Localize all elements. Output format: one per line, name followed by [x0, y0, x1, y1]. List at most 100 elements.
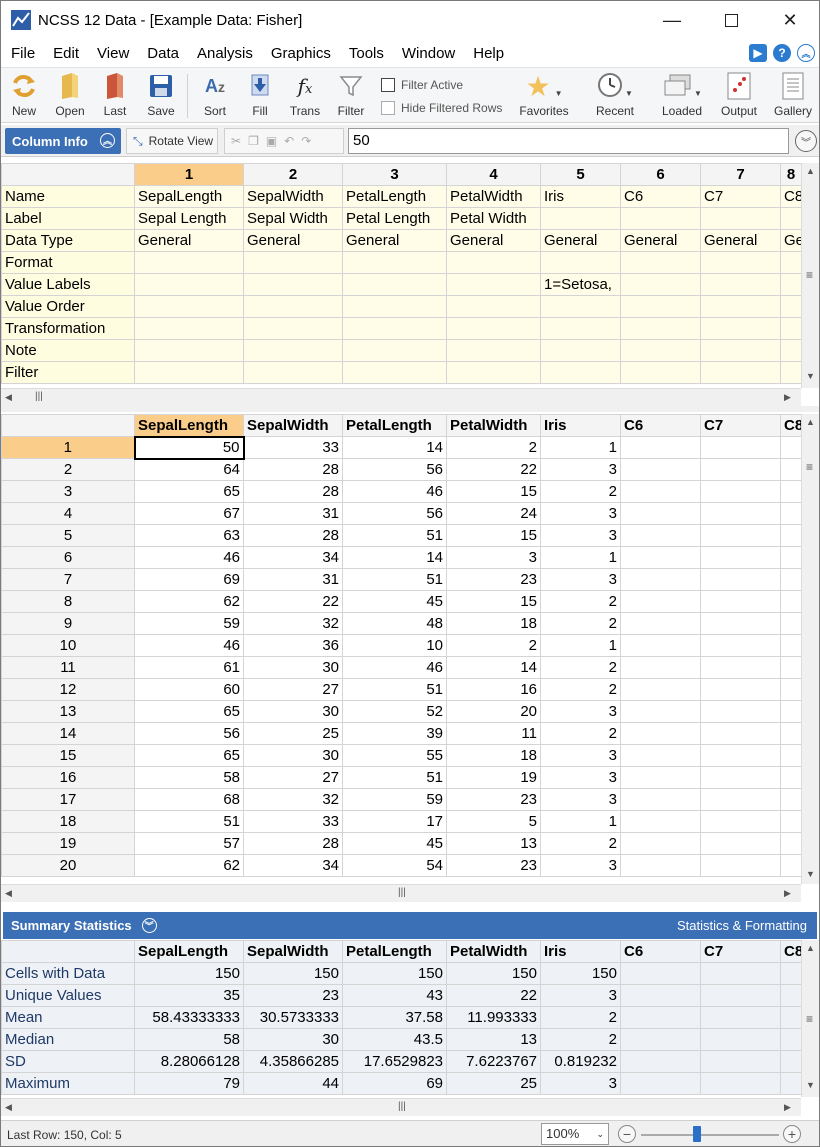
row-number[interactable]: 1: [1, 436, 135, 459]
empty-cell[interactable]: [780, 436, 802, 459]
data-cell[interactable]: 39: [342, 722, 447, 745]
last-button[interactable]: Last: [99, 70, 131, 122]
row-number[interactable]: 20: [1, 854, 135, 877]
column-header[interactable]: SepalLength: [134, 414, 244, 437]
column-info-cell[interactable]: [243, 295, 343, 318]
statistics-formatting-link[interactable]: Statistics & Formatting: [677, 918, 807, 933]
data-cell[interactable]: 2: [540, 832, 621, 855]
column-info-cell[interactable]: [700, 317, 781, 340]
row-number[interactable]: 9: [1, 612, 135, 635]
data-cell[interactable]: 51: [342, 678, 447, 701]
menu-view[interactable]: View: [87, 45, 137, 62]
data-cell[interactable]: 11: [446, 722, 541, 745]
empty-cell[interactable]: [780, 766, 802, 789]
checkbox-box[interactable]: [381, 78, 395, 92]
new-button[interactable]: New: [7, 70, 41, 122]
data-cell[interactable]: 56: [342, 502, 447, 525]
column-info-cell[interactable]: SepalLength: [134, 185, 244, 208]
data-cell[interactable]: 2: [446, 436, 541, 459]
column-info-cell[interactable]: PetalLength: [342, 185, 447, 208]
summary-hscroll[interactable]: ◀ ||| ▶: [1, 1098, 801, 1116]
empty-cell[interactable]: [620, 766, 701, 789]
row-number[interactable]: 11: [1, 656, 135, 679]
data-cell[interactable]: 59: [134, 612, 244, 635]
data-cell[interactable]: 28: [243, 524, 343, 547]
column-info-cell[interactable]: [540, 251, 621, 274]
empty-cell[interactable]: [700, 480, 781, 503]
data-cell[interactable]: 3: [540, 700, 621, 723]
data-cell[interactable]: 24: [446, 502, 541, 525]
cell-value-input[interactable]: 50: [348, 128, 789, 154]
menu-tools[interactable]: Tools: [339, 45, 392, 62]
column-info-cell[interactable]: General: [243, 229, 343, 252]
empty-cell[interactable]: [780, 524, 802, 547]
row-number[interactable]: 5: [1, 524, 135, 547]
row-number[interactable]: 19: [1, 832, 135, 855]
empty-cell[interactable]: [620, 788, 701, 811]
row-number[interactable]: 2: [1, 458, 135, 481]
empty-cell[interactable]: [620, 832, 701, 855]
data-cell[interactable]: 2: [540, 678, 621, 701]
data-cell[interactable]: 2: [540, 656, 621, 679]
data-cell[interactable]: 14: [342, 546, 447, 569]
data-cell[interactable]: 62: [134, 590, 244, 613]
row-number[interactable]: 10: [1, 634, 135, 657]
empty-cell[interactable]: [780, 722, 802, 745]
empty-cell[interactable]: [780, 854, 802, 877]
filter-button[interactable]: Filter: [335, 70, 367, 122]
empty-cell[interactable]: [620, 590, 701, 613]
column-info-cell[interactable]: [780, 317, 802, 340]
column-info-cell[interactable]: [620, 295, 701, 318]
data-cell[interactable]: 2: [446, 634, 541, 657]
data-cell[interactable]: 55: [342, 744, 447, 767]
empty-cell[interactable]: [620, 722, 701, 745]
empty-cell[interactable]: [620, 678, 701, 701]
column-info-toggle[interactable]: Column Info ︽: [5, 128, 121, 154]
data-cell[interactable]: 67: [134, 502, 244, 525]
data-sheet-vscroll[interactable]: ▲ ≡ ▼: [801, 414, 819, 884]
row-number[interactable]: 3: [1, 480, 135, 503]
data-cell[interactable]: 65: [134, 700, 244, 723]
data-cell[interactable]: 60: [134, 678, 244, 701]
empty-cell[interactable]: [700, 788, 781, 811]
empty-cell[interactable]: [620, 700, 701, 723]
summary-vscroll[interactable]: ▲ ≡ ▼: [801, 940, 819, 1097]
row-number[interactable]: 16: [1, 766, 135, 789]
data-cell[interactable]: 18: [446, 744, 541, 767]
column-info-cell[interactable]: [446, 339, 541, 362]
favorites-button[interactable]: ★ ▼ Favorites: [517, 70, 571, 122]
data-cell[interactable]: 3: [540, 854, 621, 877]
column-info-cell[interactable]: General: [446, 229, 541, 252]
save-button[interactable]: Save: [145, 70, 177, 122]
empty-cell[interactable]: [700, 810, 781, 833]
data-cell[interactable]: 1: [540, 546, 621, 569]
column-info-cell[interactable]: [700, 361, 781, 384]
column-header[interactable]: C7: [700, 414, 781, 437]
data-cell[interactable]: 3: [540, 744, 621, 767]
empty-cell[interactable]: [700, 524, 781, 547]
column-info-cell[interactable]: [540, 361, 621, 384]
data-cell[interactable]: 30: [243, 744, 343, 767]
empty-cell[interactable]: [700, 590, 781, 613]
data-cell[interactable]: 23: [446, 788, 541, 811]
empty-cell[interactable]: [620, 612, 701, 635]
column-info-cell[interactable]: [540, 317, 621, 340]
column-info-cell[interactable]: [342, 273, 447, 296]
data-cell[interactable]: 31: [243, 502, 343, 525]
open-button[interactable]: Open: [53, 70, 87, 122]
empty-cell[interactable]: [700, 458, 781, 481]
column-info-cell[interactable]: General: [540, 229, 621, 252]
empty-cell[interactable]: [780, 744, 802, 767]
data-cell[interactable]: 45: [342, 832, 447, 855]
zoom-slider-track[interactable]: [641, 1134, 779, 1136]
empty-cell[interactable]: [700, 678, 781, 701]
empty-cell[interactable]: [780, 810, 802, 833]
data-cell[interactable]: 57: [134, 832, 244, 855]
column-info-cell[interactable]: [134, 273, 244, 296]
row-number[interactable]: 13: [1, 700, 135, 723]
column-info-cell[interactable]: [540, 339, 621, 362]
column-info-cell[interactable]: [620, 361, 701, 384]
expand-edit-icon[interactable]: ︾: [795, 130, 817, 152]
column-info-cell[interactable]: [243, 361, 343, 384]
empty-cell[interactable]: [780, 656, 802, 679]
